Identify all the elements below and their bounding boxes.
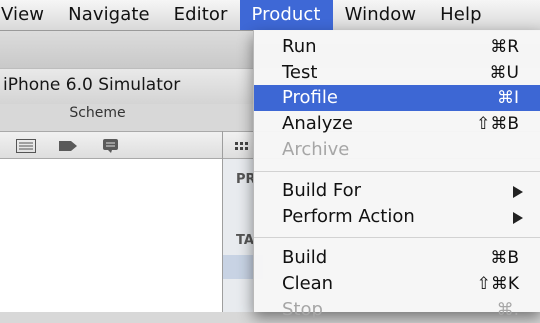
menu-item-label: Build For (282, 180, 362, 201)
grid-icon[interactable] (235, 139, 251, 158)
menu-item-clean[interactable]: Clean ⇧⌘K (254, 271, 540, 297)
menu-item-stop[interactable]: Stop ⌘. (254, 297, 540, 323)
scheme-popup[interactable]: iPhone 6.0 Simulator (0, 72, 250, 98)
menu-item-build[interactable]: Build ⌘B (254, 245, 540, 271)
menu-item-build-for[interactable]: Build For (254, 178, 540, 204)
menu-item-label: Profile (282, 87, 338, 108)
scheme-label: Scheme (69, 105, 126, 121)
menu-item-label: Archive (282, 139, 350, 160)
speech-bubble-icon[interactable] (102, 138, 120, 158)
menu-item-analyze[interactable]: Analyze ⇧⌘B (254, 111, 540, 137)
menu-view[interactable]: View (0, 0, 56, 30)
menu-item-perform-action[interactable]: Perform Action (254, 204, 540, 230)
menu-item-shortcut: ⌘. (496, 300, 519, 320)
submenu-arrow-icon (513, 212, 523, 224)
menu-item-profile[interactable]: Profile ⌘I (254, 85, 540, 111)
navigator-pane (0, 159, 222, 312)
menu-bar: View Navigate Editor Product Window Help (0, 0, 540, 31)
menu-item-shortcut: ⌘I (496, 88, 519, 108)
menu-item-test[interactable]: Test ⌘U (254, 60, 540, 86)
tag-icon[interactable] (58, 138, 78, 157)
navigator-tab-bar (0, 131, 222, 159)
menu-item-run[interactable]: Run ⌘R (254, 34, 540, 60)
menu-item-label: Run (282, 36, 317, 57)
menu-item-shortcut: ⇧⌘K (476, 274, 519, 294)
menu-separator (254, 171, 540, 172)
menu-item-label: Clean (282, 273, 334, 294)
menu-window[interactable]: Window (333, 0, 429, 30)
list-view-icon[interactable] (16, 138, 36, 157)
submenu-arrow-icon (513, 186, 523, 198)
menu-item-label: Analyze (282, 113, 353, 134)
menu-navigate[interactable]: Navigate (56, 0, 162, 30)
menu-item-shortcut: ⇧⌘B (476, 114, 519, 134)
menu-separator (254, 237, 540, 238)
menu-editor[interactable]: Editor (162, 0, 240, 30)
menu-item-label: Perform Action (282, 206, 415, 227)
menu-item-label: Test (282, 62, 318, 83)
editor-section-heading: TA (236, 233, 254, 248)
menu-product[interactable]: Product (239, 0, 333, 30)
menu-help[interactable]: Help (428, 0, 493, 30)
menu-item-shortcut: ⌘U (489, 63, 519, 83)
menu-item-shortcut: ⌘R (490, 37, 519, 57)
menu-item-label: Stop (282, 299, 323, 320)
menu-item-label: Build (282, 247, 328, 268)
menu-item-archive[interactable]: Archive (254, 137, 540, 163)
product-menu: Run ⌘R Test ⌘U Profile ⌘I Analyze ⇧⌘B Ar… (253, 30, 540, 320)
menu-item-shortcut: ⌘B (490, 248, 519, 268)
